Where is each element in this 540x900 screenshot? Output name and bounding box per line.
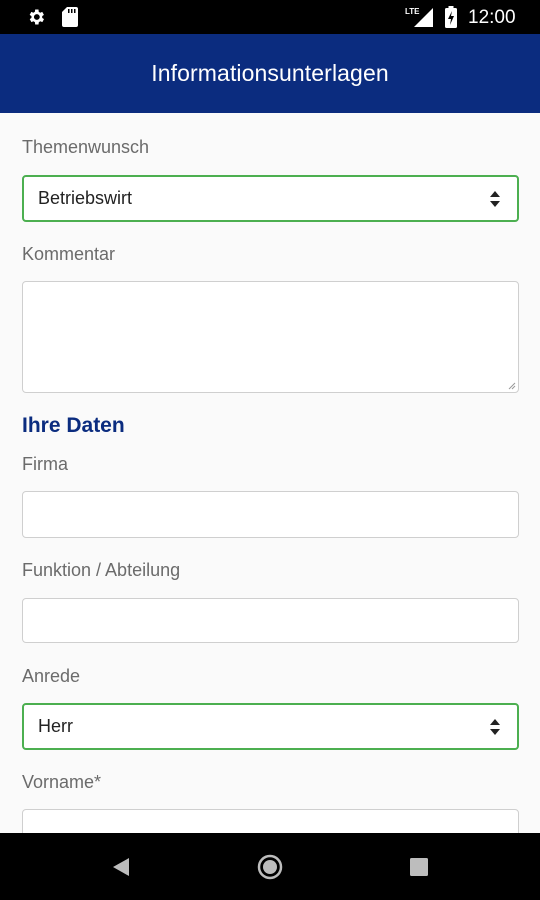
kommentar-label: Kommentar (22, 244, 116, 264)
firma-input[interactable] (22, 491, 519, 538)
select-arrows-icon (490, 191, 500, 207)
page-title: Informationsunterlagen (151, 60, 389, 86)
navigation-bar (0, 833, 540, 900)
resize-handle-icon[interactable] (508, 382, 516, 390)
section-heading-ihre-daten: Ihre Daten (22, 414, 125, 437)
recents-icon[interactable] (410, 858, 428, 876)
themenwunsch-value: Betriebswirt (38, 188, 133, 208)
anrede-value: Herr (38, 716, 73, 736)
svg-text:LTE: LTE (405, 7, 420, 16)
home-icon[interactable] (256, 853, 284, 881)
vorname-input[interactable] (22, 809, 519, 833)
gear-icon (29, 9, 44, 25)
sd-card-icon (62, 7, 78, 27)
vorname-label: Vorname* (22, 772, 102, 792)
battery-icon (445, 6, 457, 28)
funktion-label: Funktion / Abteilung (22, 560, 181, 580)
select-arrows-icon (490, 719, 500, 735)
kommentar-textarea[interactable] (22, 281, 519, 393)
back-icon[interactable] (112, 857, 130, 877)
clock-text: 12:00 (468, 7, 516, 28)
app-bar: Informationsunterlagen (0, 34, 540, 113)
lte-signal-icon: LTE (405, 7, 433, 27)
anrede-select[interactable]: Herr (22, 703, 519, 750)
status-bar: LTE 12:00 (0, 0, 540, 34)
anrede-label: Anrede (22, 666, 81, 686)
firma-label: Firma (22, 454, 68, 474)
form-content: Themenwunsch Betriebswirt Kommentar Ihre… (0, 113, 540, 833)
themenwunsch-select[interactable]: Betriebswirt (22, 175, 519, 222)
funktion-input[interactable] (22, 598, 519, 643)
themenwunsch-label: Themenwunsch (22, 137, 150, 157)
